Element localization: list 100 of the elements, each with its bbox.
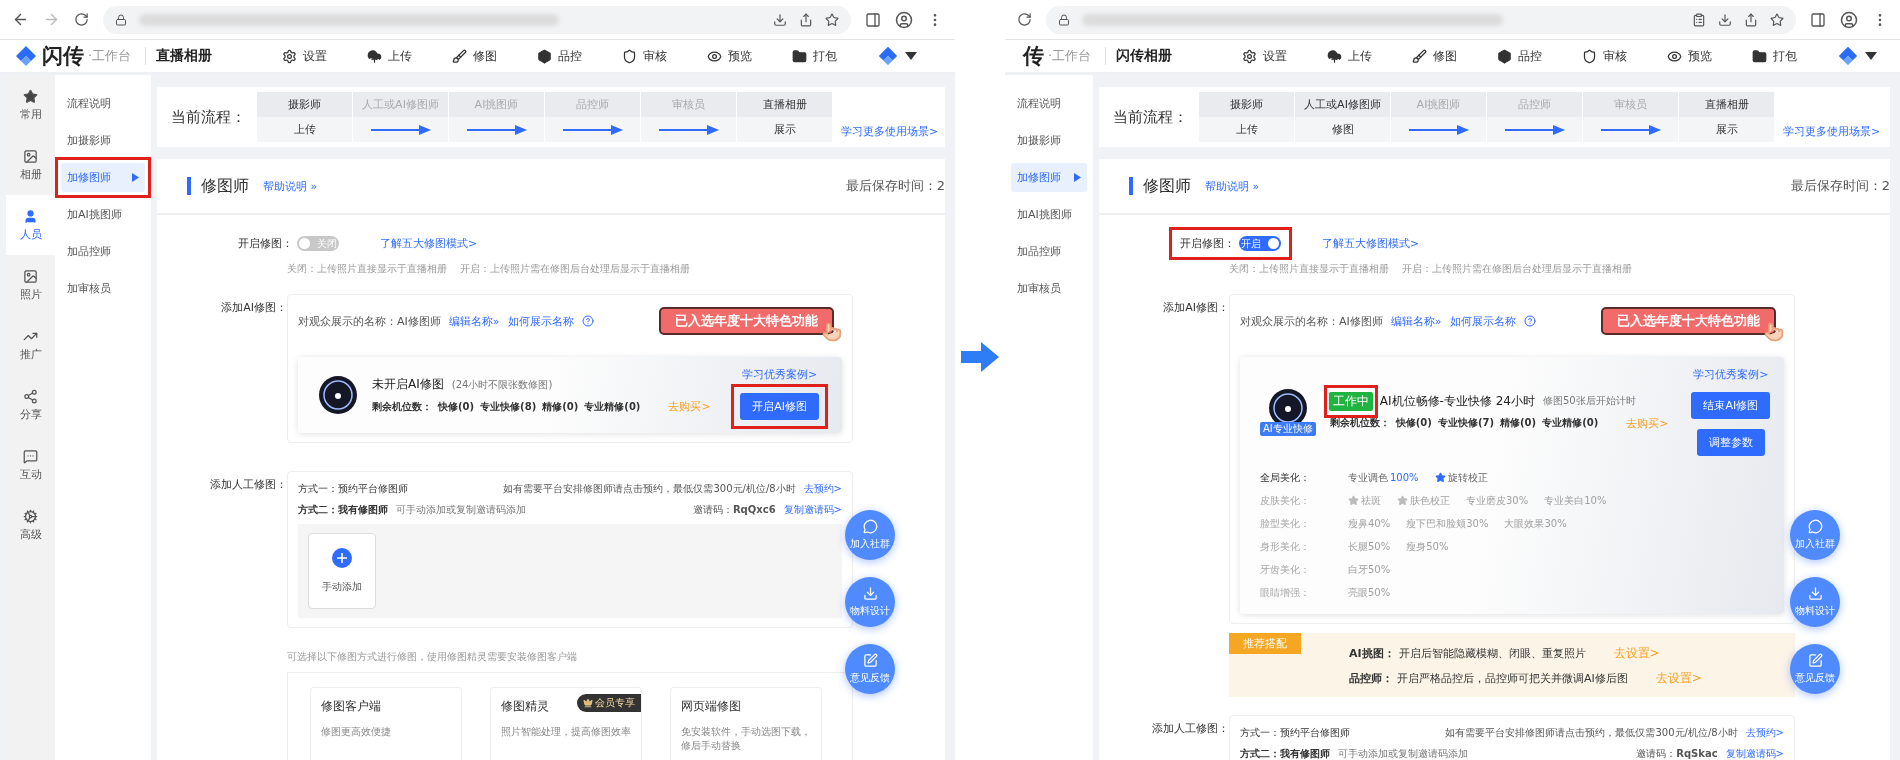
- scenario-link[interactable]: 学习更多使用场景>: [1783, 124, 1881, 139]
- avatar-ribbon: AI专业快修: [1260, 421, 1316, 436]
- how-link[interactable]: 如何展示名称: [1449, 313, 1516, 329]
- tool-card[interactable]: 修图客户端 修图更高效便捷: [310, 687, 462, 760]
- rail-item[interactable]: 人员: [6, 195, 55, 255]
- tool-title: 网页端修图: [681, 698, 741, 715]
- caret-icon[interactable]: [1865, 52, 1878, 60]
- nav-item[interactable]: 设置: [1242, 47, 1328, 65]
- case-link[interactable]: 学习优秀案例>: [742, 367, 818, 382]
- star-icon: [23, 88, 38, 104]
- nav-item[interactable]: 预览: [1667, 47, 1753, 65]
- recommend-tag: 推荐搭配: [1229, 633, 1301, 654]
- nav-item[interactable]: 品控: [1497, 47, 1583, 65]
- submenu-item[interactable]: 流程说明: [1011, 89, 1087, 118]
- way-link[interactable]: 去预约>: [803, 481, 842, 496]
- side-panel-icon[interactable]: [1810, 11, 1826, 28]
- rail-item[interactable]: 常用: [6, 75, 55, 135]
- submenu-item[interactable]: 加摄影师: [1011, 126, 1087, 155]
- help-icon[interactable]: [1523, 315, 1536, 327]
- download-icon[interactable]: [1718, 12, 1732, 27]
- nav-item[interactable]: 修图: [452, 47, 538, 65]
- share-icon[interactable]: [1744, 12, 1758, 27]
- nav-item[interactable]: 品控: [537, 47, 623, 65]
- caret-icon[interactable]: [905, 52, 918, 60]
- setting-label: 眼睛增强：: [1260, 585, 1311, 600]
- nav-item[interactable]: 打包: [792, 47, 878, 65]
- ai-button[interactable]: 开启AI修图: [740, 393, 819, 420]
- submenu-item[interactable]: 加修图师: [61, 163, 145, 192]
- lock-icon: [1058, 13, 1070, 26]
- rail-item[interactable]: 照片: [6, 255, 55, 315]
- clipboard-icon[interactable]: [1692, 12, 1706, 27]
- side-panel-icon[interactable]: [865, 11, 881, 28]
- submenu-item[interactable]: 加品控师: [1011, 237, 1087, 266]
- rail-item[interactable]: 相册: [6, 135, 55, 195]
- chat-icon: [1807, 519, 1823, 534]
- nav-item[interactable]: 设置: [282, 47, 368, 65]
- nav-item[interactable]: 打包: [1752, 47, 1838, 65]
- folder-icon: [792, 48, 808, 64]
- reload-icon[interactable]: [1017, 12, 1032, 27]
- rail-item[interactable]: 分享: [6, 375, 55, 435]
- nav-item[interactable]: 审核: [622, 47, 708, 65]
- step-role: 直播相册: [1679, 92, 1775, 117]
- step-role: 摄影师: [1199, 92, 1295, 117]
- edit-name-link[interactable]: 编辑名称»: [1390, 313, 1442, 329]
- step-action: 上传: [293, 122, 316, 137]
- way-link[interactable]: 去预约>: [1745, 725, 1784, 740]
- ai-button[interactable]: 结束AI修图: [1691, 392, 1771, 419]
- submenu-item[interactable]: 加AI挑图师: [1011, 200, 1087, 229]
- rail-item[interactable]: 推广: [6, 315, 55, 375]
- modes-link[interactable]: 了解五大修图模式>: [1322, 236, 1420, 251]
- share-icon[interactable]: [799, 12, 813, 27]
- plus-icon: [332, 548, 352, 568]
- submenu-item[interactable]: 加品控师: [61, 237, 145, 266]
- help-link[interactable]: 帮助说明 »: [263, 178, 318, 194]
- setting-label: 脸型美化：: [1260, 516, 1311, 531]
- profile-icon[interactable]: [895, 10, 913, 29]
- gear-icon: [23, 508, 38, 524]
- submenu-item[interactable]: 加审核员: [61, 274, 145, 303]
- case-link[interactable]: 学习优秀案例>: [1693, 367, 1769, 382]
- nav-item[interactable]: 上传: [367, 47, 453, 65]
- nav-item[interactable]: 上传: [1327, 47, 1413, 65]
- submenu-item[interactable]: 加摄影师: [61, 126, 145, 155]
- retouch-switch[interactable]: 开启: [1239, 236, 1281, 251]
- rail-item[interactable]: 互动: [6, 435, 55, 495]
- rail-item[interactable]: 高级: [6, 495, 55, 555]
- submenu-item[interactable]: 加修图师: [1011, 163, 1087, 192]
- ai-button[interactable]: 调整参数: [1696, 429, 1765, 456]
- back-icon[interactable]: [12, 11, 29, 28]
- scenario-link[interactable]: 学习更多使用场景>: [841, 124, 939, 139]
- card-title: 未开启AI修图: [372, 376, 444, 393]
- setting-item: 专业美白10%: [1544, 493, 1607, 508]
- nav-item[interactable]: 审核: [1582, 47, 1668, 65]
- way-note: 如有需要平台安排修图师请点击预约，最低仅需300元/机位/8小时: [1445, 725, 1738, 740]
- setting-item: 旋转校正: [1434, 470, 1488, 485]
- submenu-item[interactable]: 加AI挑图师: [61, 200, 145, 229]
- way-link[interactable]: 复制邀请码>: [1725, 746, 1784, 760]
- star-icon[interactable]: [1770, 12, 1784, 27]
- step-role: 品控师: [545, 92, 641, 117]
- tool-card[interactable]: 修图精灵 会员专享 照片智能处理，提高修图效率: [490, 687, 642, 760]
- settings-icon: [282, 48, 298, 64]
- modes-link[interactable]: 了解五大修图模式>: [380, 236, 478, 251]
- profile-icon[interactable]: [1840, 10, 1858, 29]
- way-link[interactable]: 复制邀请码>: [783, 502, 842, 517]
- arrow-icon: [961, 342, 999, 372]
- tool-card[interactable]: 网页端修图 免安装软件，手动选图下载，修后手动替换: [670, 687, 822, 760]
- reload-icon[interactable]: [74, 12, 89, 27]
- star-icon[interactable]: [825, 12, 839, 27]
- how-link[interactable]: 如何展示名称: [507, 313, 574, 329]
- help-link[interactable]: 帮助说明 »: [1205, 178, 1260, 194]
- nav-item[interactable]: 修图: [1412, 47, 1498, 65]
- step-role: 审核员: [641, 92, 737, 117]
- submenu-item[interactable]: 流程说明: [61, 89, 145, 118]
- help-icon[interactable]: [581, 315, 594, 327]
- download-icon[interactable]: [773, 12, 787, 27]
- add-tile[interactable]: 手动添加: [308, 533, 376, 609]
- nav-item[interactable]: 预览: [707, 47, 793, 65]
- edit-name-link[interactable]: 编辑名称»: [448, 313, 500, 329]
- submenu-item[interactable]: 加审核员: [1011, 274, 1087, 303]
- setting-item: 白牙50%: [1348, 562, 1391, 577]
- setting-item: 瘦身50%: [1406, 539, 1449, 554]
